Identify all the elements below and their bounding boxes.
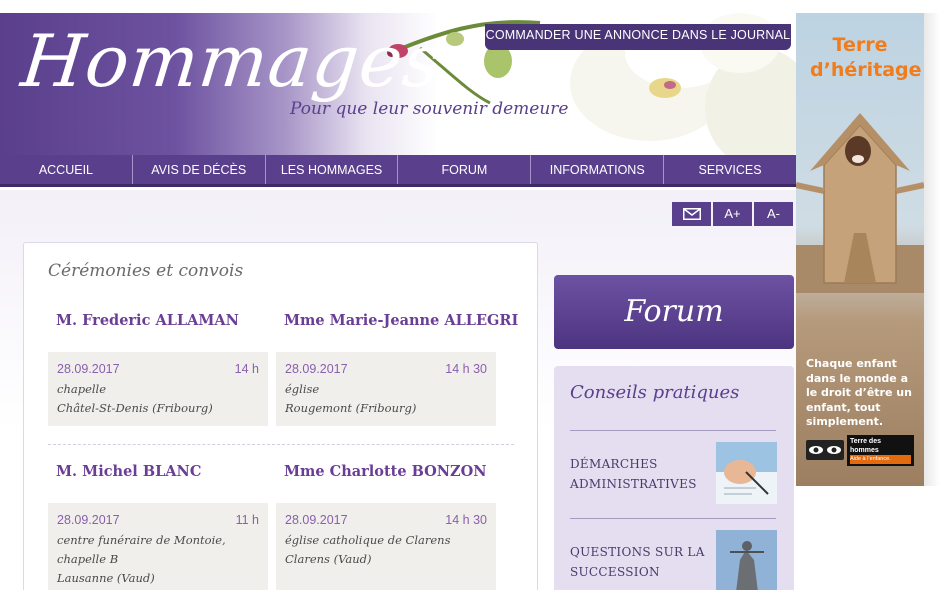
ceremony-time: 14 h bbox=[234, 362, 259, 376]
ceremony-date: 28.09.2017 bbox=[57, 362, 120, 376]
site-logo[interactable]: Hommages bbox=[18, 19, 446, 103]
terre-des-hommes-ad[interactable]: Terre d’héritage Chaque enfant dans le m… bbox=[796, 13, 924, 486]
ceremonies-panel: Cérémonies et convois M. Frederic ALLAMA… bbox=[23, 242, 538, 590]
ceremony-place: centre funéraire de Montoie, chapelle B bbox=[57, 533, 226, 566]
conseils-panel: Conseils pratiques DÉMARCHES ADMINISTRAT… bbox=[554, 366, 794, 590]
nav-item-forum[interactable]: FORUM bbox=[398, 155, 532, 184]
ceremony-time: 14 h 30 bbox=[445, 362, 487, 376]
forum-button[interactable]: Forum bbox=[554, 275, 794, 349]
ceremonies-title: Cérémonies et convois bbox=[48, 261, 244, 281]
ceremony-time: 11 h bbox=[235, 513, 259, 527]
ceremony-details: 28.09.2017 14 h 30 église catholique de … bbox=[276, 503, 496, 590]
order-announcement-button[interactable]: COMMANDER UNE ANNONCE DANS LE JOURNAL bbox=[485, 24, 791, 50]
ad-text: Chaque enfant dans le monde a le droit d… bbox=[806, 357, 912, 428]
ceremony-details: 28.09.2017 14 h 30 église Rougemont (Fri… bbox=[276, 352, 496, 426]
ceremony-card[interactable]: M. Michel BLANC 28.09.2017 11 h centre f… bbox=[48, 463, 268, 590]
conseils-item-demarches[interactable]: DÉMARCHES ADMINISTRATIVES bbox=[570, 454, 710, 494]
ceremony-location: Châtel-St-Denis (Fribourg) bbox=[57, 401, 213, 415]
ceremony-date: 28.09.2017 bbox=[57, 513, 120, 527]
ceremony-date: 28.09.2017 bbox=[285, 362, 348, 376]
nav-item-accueil[interactable]: ACCUEIL bbox=[0, 155, 133, 184]
ceremony-location: Clarens (Vaud) bbox=[285, 552, 372, 566]
site-tagline: Pour que leur souvenir demeure bbox=[290, 99, 569, 119]
envelope-icon bbox=[682, 208, 701, 220]
ceremony-card[interactable]: M. Frederic ALLAMAN 28.09.2017 14 h chap… bbox=[48, 312, 268, 426]
ceremony-card[interactable]: Mme Charlotte BONZON 28.09.2017 14 h 30 … bbox=[276, 463, 496, 590]
font-increase-button[interactable]: A+ bbox=[713, 202, 752, 226]
justice-statue-photo[interactable] bbox=[716, 530, 777, 590]
deceased-name[interactable]: Mme Marie-Jeanne ALLEGRI bbox=[276, 312, 518, 329]
main-nav: ACCUEIL AVIS DE DÉCÈS LES HOMMAGES FORUM… bbox=[0, 155, 796, 187]
nav-item-avis-de-deces[interactable]: AVIS DE DÉCÈS bbox=[133, 155, 266, 184]
ceremony-place: église catholique de Clarens bbox=[285, 533, 451, 547]
ceremony-date: 28.09.2017 bbox=[285, 513, 348, 527]
ceremony-card[interactable]: Mme Marie-Jeanne ALLEGRI 28.09.2017 14 h… bbox=[276, 312, 518, 426]
deceased-name[interactable]: Mme Charlotte BONZON bbox=[276, 463, 496, 480]
ceremony-details: 28.09.2017 11 h centre funéraire de Mont… bbox=[48, 503, 268, 590]
page-edge bbox=[924, 13, 940, 486]
conseils-title: Conseils pratiques bbox=[570, 382, 740, 403]
conseils-separator bbox=[570, 430, 776, 431]
ceremony-details: 28.09.2017 14 h chapelle Châtel-St-Denis… bbox=[48, 352, 268, 426]
site-header: Hommages Pour que leur souvenir demeure … bbox=[0, 13, 796, 155]
ceremony-location: Rougemont (Fribourg) bbox=[285, 401, 417, 415]
ceremony-place: chapelle bbox=[57, 382, 107, 396]
accessibility-tools: A+ A- bbox=[672, 202, 793, 226]
eyes-logo-icon bbox=[806, 440, 844, 460]
child-in-cardboard-house-illustration bbox=[796, 113, 924, 293]
nav-item-informations[interactable]: INFORMATIONS bbox=[531, 155, 665, 184]
conseils-separator bbox=[570, 518, 776, 519]
deceased-name[interactable]: M. Frederic ALLAMAN bbox=[48, 312, 268, 329]
ceremony-location: Lausanne (Vaud) bbox=[57, 571, 155, 585]
terre-des-hommes-logo: Terre des hommes Aide à l’enfance. bbox=[806, 434, 914, 466]
ceremony-time: 14 h 30 bbox=[445, 513, 487, 527]
writing-hand-photo[interactable] bbox=[716, 442, 777, 504]
email-button[interactable] bbox=[672, 202, 711, 226]
nav-item-services[interactable]: SERVICES bbox=[664, 155, 796, 184]
conseils-item-succession[interactable]: QUESTIONS SUR LA SUCCESSION bbox=[570, 542, 710, 582]
deceased-name[interactable]: M. Michel BLANC bbox=[48, 463, 268, 480]
font-decrease-button[interactable]: A- bbox=[754, 202, 793, 226]
nav-item-les-hommages[interactable]: LES HOMMAGES bbox=[266, 155, 399, 184]
ceremony-place: église bbox=[285, 382, 320, 396]
ad-title: Terre d’héritage bbox=[810, 34, 922, 81]
ad-logo-name: Terre des hommes Aide à l’enfance. bbox=[847, 434, 914, 466]
cards-divider bbox=[48, 444, 514, 445]
